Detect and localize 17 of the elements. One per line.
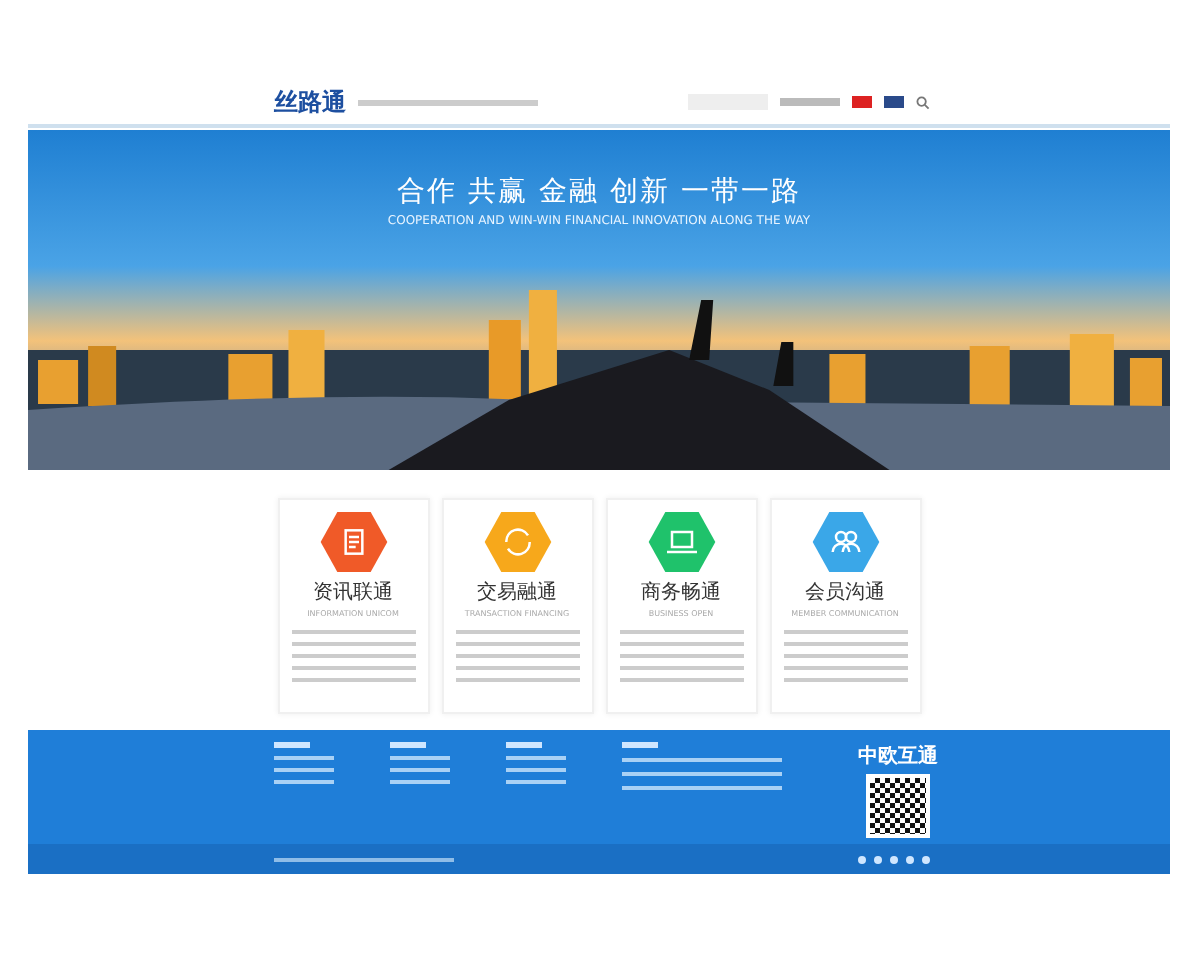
footer-logo: 中欧互通 <box>858 743 938 770</box>
card-title: 商务畅通 <box>641 579 721 606</box>
search-icon[interactable] <box>916 95 930 109</box>
footer-link-lines[interactable] <box>274 742 334 784</box>
card-title: 交易融通 <box>477 579 557 606</box>
card-title: 会员沟通 <box>805 579 885 606</box>
card-title: 资讯联通 <box>313 579 393 606</box>
site-logo[interactable]: 丝路通 <box>274 85 346 119</box>
card-text-lines <box>291 630 415 682</box>
card-text-lines <box>783 630 907 682</box>
card-text-lines <box>455 630 579 682</box>
qr-code-drawing <box>866 774 930 838</box>
footer-link-lines[interactable] <box>506 742 566 784</box>
banner-headline: 合作 共赢 金融 创新 一带一路 <box>397 174 801 210</box>
social-icons[interactable] <box>858 855 930 863</box>
card-text-lines <box>619 630 743 682</box>
footer-link-lines[interactable] <box>390 742 450 784</box>
